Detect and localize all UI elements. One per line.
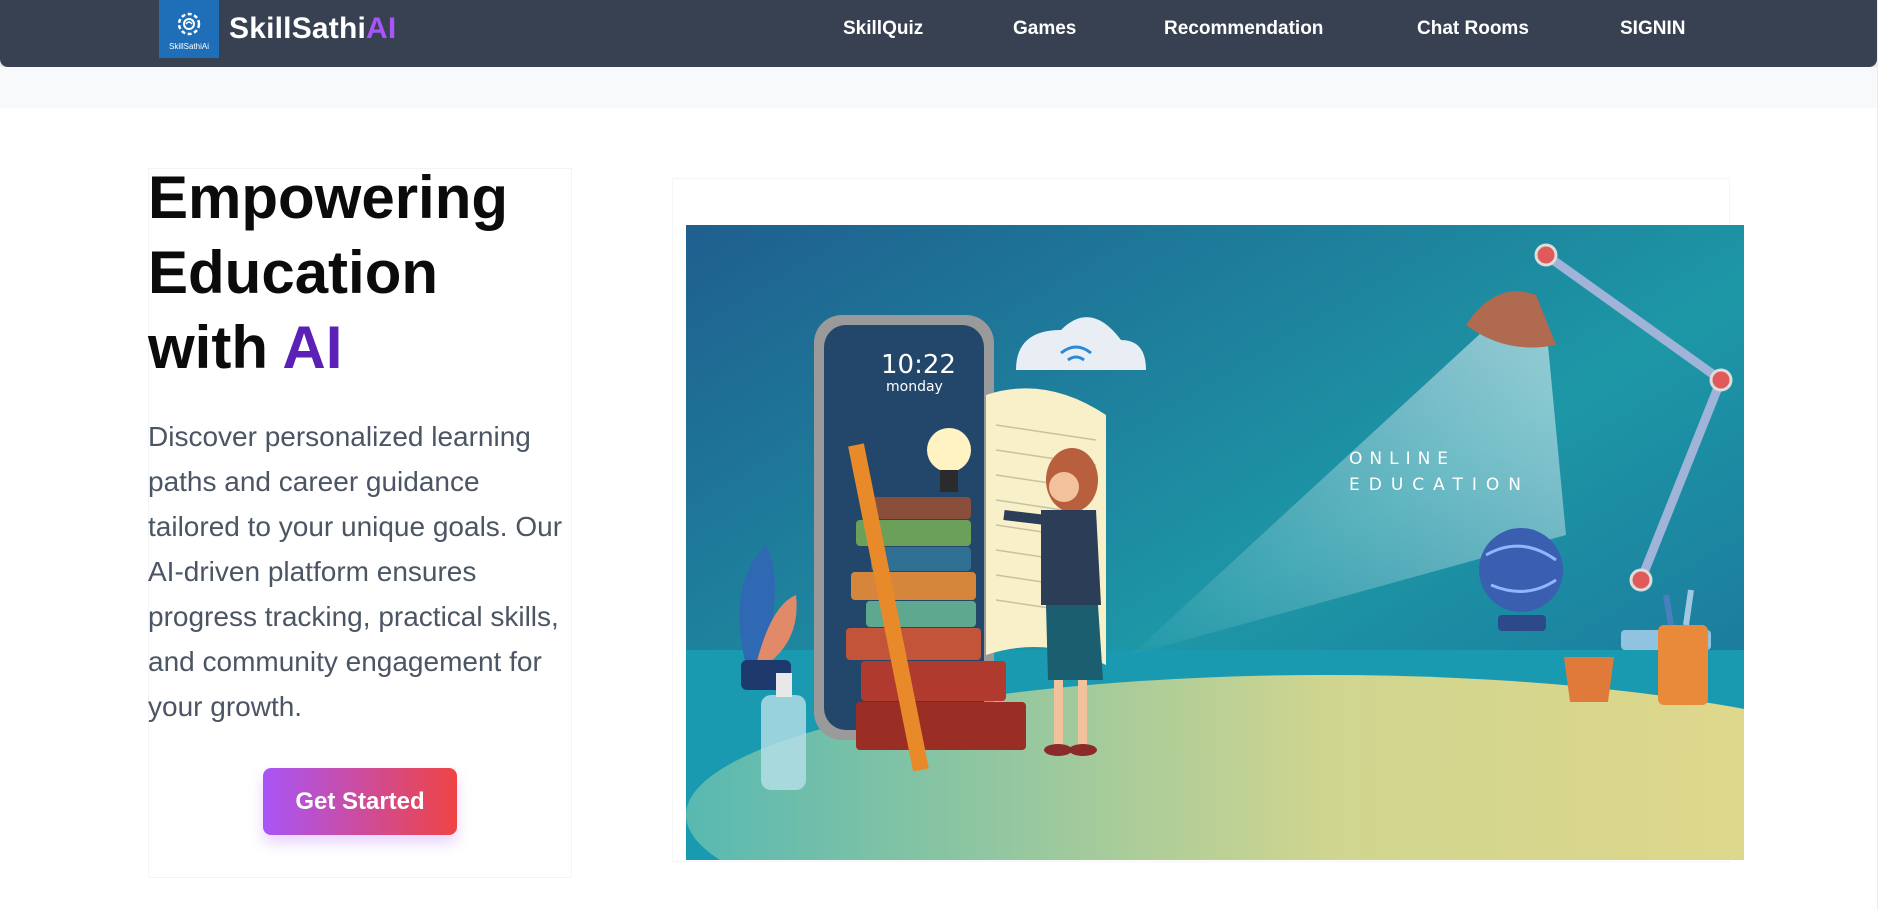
hero-title: Empowering Education with AI [148,160,508,385]
hero-title-line3: with [148,314,283,381]
page: SkillSathiAi SkillSathiAI SkillQuiz Game… [0,0,1887,910]
nav-links: SkillQuiz Games Recommendation Chat Room… [0,18,1877,48]
navbar: SkillSathiAi SkillSathiAI SkillQuiz Game… [0,0,1877,67]
hero-title-line1: Empowering [148,164,509,231]
nav-link-signin[interactable]: SIGNIN [1620,18,1685,40]
nav-link-skillquiz[interactable]: SkillQuiz [843,18,923,40]
nav-link-chat-rooms[interactable]: Chat Rooms [1417,18,1529,40]
nav-link-recommendation[interactable]: Recommendation [1164,18,1323,40]
hero-title-line2: Education [148,239,439,306]
hero-title-accent: AI [282,314,343,381]
online-education-illustration: 10:22 monday ONLINE EDUCATION [686,225,1744,860]
illustration-caption-line1: ONLINE [1349,449,1455,469]
illustration-graphic: 10:22 monday ONLINE EDUCATION [686,225,1744,860]
nav-spacer [0,67,1877,108]
phone-day: monday [886,379,943,395]
scrollbar[interactable] [1877,0,1887,910]
illustration-caption-line2: EDUCATION [1349,475,1530,495]
get-started-button[interactable]: Get Started [263,768,457,835]
nav-link-games[interactable]: Games [1013,18,1076,40]
phone-time: 10:22 [881,350,956,380]
hero-description: Discover personalized learning paths and… [148,421,563,722]
